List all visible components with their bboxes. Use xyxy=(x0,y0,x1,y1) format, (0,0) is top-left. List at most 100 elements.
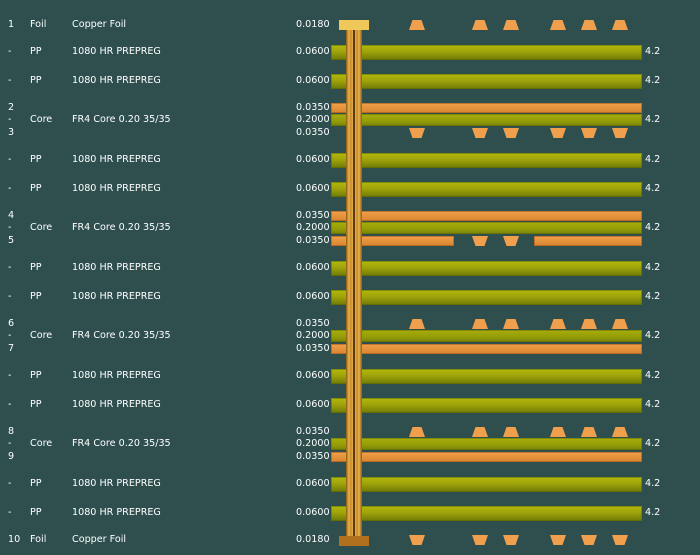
copper-pad[interactable] xyxy=(550,427,566,437)
layer-type: Core xyxy=(30,114,53,125)
copper-pad[interactable] xyxy=(612,20,628,30)
layer-number: 6 xyxy=(8,318,15,329)
layer-thickness: 0.2000 xyxy=(296,438,330,449)
copper-pad[interactable] xyxy=(472,236,488,246)
layer-material: FR4 Core 0.20 35/35 xyxy=(72,222,171,233)
layer-material: Copper Foil xyxy=(72,534,127,545)
layer-thickness: 0.0600 xyxy=(296,370,330,381)
copper-pad[interactable] xyxy=(581,535,597,545)
through-via[interactable] xyxy=(346,20,362,545)
layer-thickness: 0.0350 xyxy=(296,235,330,246)
layer-dielectric-constant: 4.2 xyxy=(645,75,661,86)
layer-material: 1080 HR PREPREG xyxy=(72,183,161,194)
copper-pad[interactable] xyxy=(503,535,519,545)
prepreg-layer[interactable] xyxy=(331,290,642,305)
layer-material: FR4 Core 0.20 35/35 xyxy=(72,114,171,125)
layer-type: PP xyxy=(30,154,42,165)
copper-pad[interactable] xyxy=(581,20,597,30)
layer-number: - xyxy=(8,399,12,410)
layer-number: - xyxy=(8,478,12,489)
layer-type: Core xyxy=(30,438,53,449)
prepreg-layer[interactable] xyxy=(331,182,642,197)
layer-type: Core xyxy=(30,222,53,233)
layer-type: Foil xyxy=(30,534,47,545)
layer-number: - xyxy=(8,291,12,302)
copper-pad[interactable] xyxy=(612,128,628,138)
copper-pad[interactable] xyxy=(503,319,519,329)
layer-thickness: 0.2000 xyxy=(296,330,330,341)
prepreg-layer[interactable] xyxy=(331,369,642,384)
copper-pad[interactable] xyxy=(409,20,425,30)
layer-thickness: 0.0600 xyxy=(296,75,330,86)
core-layer[interactable] xyxy=(331,330,642,342)
copper-plane[interactable] xyxy=(331,452,642,462)
copper-plane[interactable] xyxy=(331,103,642,113)
prepreg-layer[interactable] xyxy=(331,477,642,492)
copper-pad[interactable] xyxy=(503,128,519,138)
pcb-stackup-view: 1 Foil Copper Foil 0.0180 - PP 1080 HR PREPREG… xyxy=(0,0,700,555)
layer-number: - xyxy=(8,438,12,449)
layer-material: 1080 HR PREPREG xyxy=(72,262,161,273)
copper-plane[interactable] xyxy=(331,211,642,221)
layer-thickness: 0.0350 xyxy=(296,127,330,138)
layer-number: 7 xyxy=(8,343,15,354)
copper-pad[interactable] xyxy=(409,128,425,138)
layer-dielectric-constant: 4.2 xyxy=(645,478,661,489)
prepreg-layer[interactable] xyxy=(331,74,642,89)
prepreg-layer[interactable] xyxy=(331,261,642,276)
core-layer[interactable] xyxy=(331,114,642,126)
copper-pad[interactable] xyxy=(581,319,597,329)
copper-pad[interactable] xyxy=(550,535,566,545)
layer-thickness: 0.0350 xyxy=(296,210,330,221)
prepreg-layer[interactable] xyxy=(331,45,642,60)
copper-pad[interactable] xyxy=(472,128,488,138)
copper-pad[interactable] xyxy=(503,20,519,30)
core-layer[interactable] xyxy=(331,222,642,234)
copper-pad[interactable] xyxy=(503,427,519,437)
layer-material: 1080 HR PREPREG xyxy=(72,507,161,518)
prepreg-layer[interactable] xyxy=(331,398,642,413)
copper-pad[interactable] xyxy=(472,535,488,545)
layer-dielectric-constant: 4.2 xyxy=(645,507,661,518)
copper-pad[interactable] xyxy=(550,128,566,138)
layer-thickness: 0.2000 xyxy=(296,114,330,125)
layer-type: PP xyxy=(30,46,42,57)
layer-material: 1080 HR PREPREG xyxy=(72,478,161,489)
copper-pad[interactable] xyxy=(472,427,488,437)
copper-pad[interactable] xyxy=(550,319,566,329)
copper-pad[interactable] xyxy=(409,319,425,329)
layer-type: PP xyxy=(30,507,42,518)
layer-number: 2 xyxy=(8,102,15,113)
layer-thickness: 0.0600 xyxy=(296,399,330,410)
copper-pad[interactable] xyxy=(503,236,519,246)
copper-pad[interactable] xyxy=(612,319,628,329)
layer-dielectric-constant: 4.2 xyxy=(645,262,661,273)
layer-material: FR4 Core 0.20 35/35 xyxy=(72,438,171,449)
layer-thickness: 0.0600 xyxy=(296,478,330,489)
layer-dielectric-constant: 4.2 xyxy=(645,330,661,341)
prepreg-layer[interactable] xyxy=(331,153,642,168)
copper-pad[interactable] xyxy=(581,128,597,138)
layer-number: - xyxy=(8,262,12,273)
copper-pad[interactable] xyxy=(409,535,425,545)
prepreg-layer[interactable] xyxy=(331,506,642,521)
layer-thickness: 0.2000 xyxy=(296,222,330,233)
layer-type: PP xyxy=(30,370,42,381)
copper-split-plane[interactable] xyxy=(534,236,642,246)
copper-pad[interactable] xyxy=(409,427,425,437)
layer-material: 1080 HR PREPREG xyxy=(72,291,161,302)
core-layer[interactable] xyxy=(331,438,642,450)
copper-pad[interactable] xyxy=(581,427,597,437)
layer-thickness: 0.0350 xyxy=(296,451,330,462)
layer-thickness: 0.0600 xyxy=(296,154,330,165)
copper-pad[interactable] xyxy=(612,427,628,437)
layer-dielectric-constant: 4.2 xyxy=(645,46,661,57)
layer-material: FR4 Core 0.20 35/35 xyxy=(72,330,171,341)
copper-pad[interactable] xyxy=(472,319,488,329)
copper-plane[interactable] xyxy=(331,344,642,354)
copper-pad[interactable] xyxy=(612,535,628,545)
copper-pad[interactable] xyxy=(550,20,566,30)
copper-pad[interactable] xyxy=(472,20,488,30)
layer-type: Core xyxy=(30,330,53,341)
layer-number: - xyxy=(8,75,12,86)
